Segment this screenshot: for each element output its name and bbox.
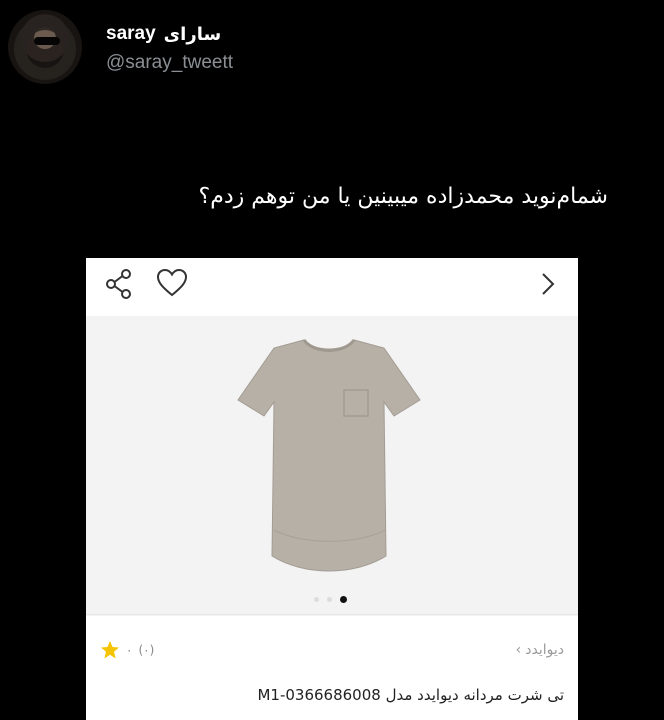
author-name-fa[interactable]: سارای bbox=[164, 24, 222, 45]
rating-value: ۰ bbox=[126, 643, 133, 657]
heart-icon[interactable] bbox=[156, 268, 188, 298]
rating: ۰ (۰) bbox=[100, 640, 154, 660]
brand-link[interactable]: دیوایدد › bbox=[516, 642, 564, 658]
tshirt-image bbox=[237, 338, 421, 572]
product-card-screenshot: ۰ (۰) دیوایدد › تی شرت مردانه دیوایدد مد… bbox=[86, 258, 578, 720]
product-image-carousel[interactable] bbox=[86, 316, 578, 616]
share-icon[interactable] bbox=[104, 268, 134, 300]
rating-count: (۰) bbox=[138, 643, 155, 657]
chevron-left-icon: › bbox=[515, 642, 522, 658]
divider bbox=[86, 614, 578, 615]
carousel-dot-active[interactable] bbox=[340, 596, 347, 603]
chevron-right-icon[interactable] bbox=[538, 270, 558, 298]
product-title: تی شرت مردانه دیوایدد مدل M1-0366686008 bbox=[257, 686, 564, 704]
carousel-dot[interactable] bbox=[314, 597, 319, 602]
tweet-text: شمام‌نوید محمدزاده میبینین یا من توهم زد… bbox=[198, 184, 608, 209]
brand-name[interactable]: دیوایدد bbox=[525, 642, 564, 658]
author-name-en[interactable]: saray bbox=[106, 23, 156, 45]
star-icon bbox=[101, 641, 119, 659]
avatar-glasses bbox=[34, 37, 60, 45]
avatar-hair bbox=[14, 18, 76, 80]
carousel-dots bbox=[314, 596, 347, 603]
avatar[interactable] bbox=[8, 10, 82, 84]
author-name-row[interactable]: saray سارای bbox=[106, 20, 221, 48]
product-toolbar bbox=[86, 258, 578, 316]
author-handle[interactable]: @saray_tweett bbox=[106, 52, 233, 74]
carousel-dot[interactable] bbox=[327, 597, 332, 602]
